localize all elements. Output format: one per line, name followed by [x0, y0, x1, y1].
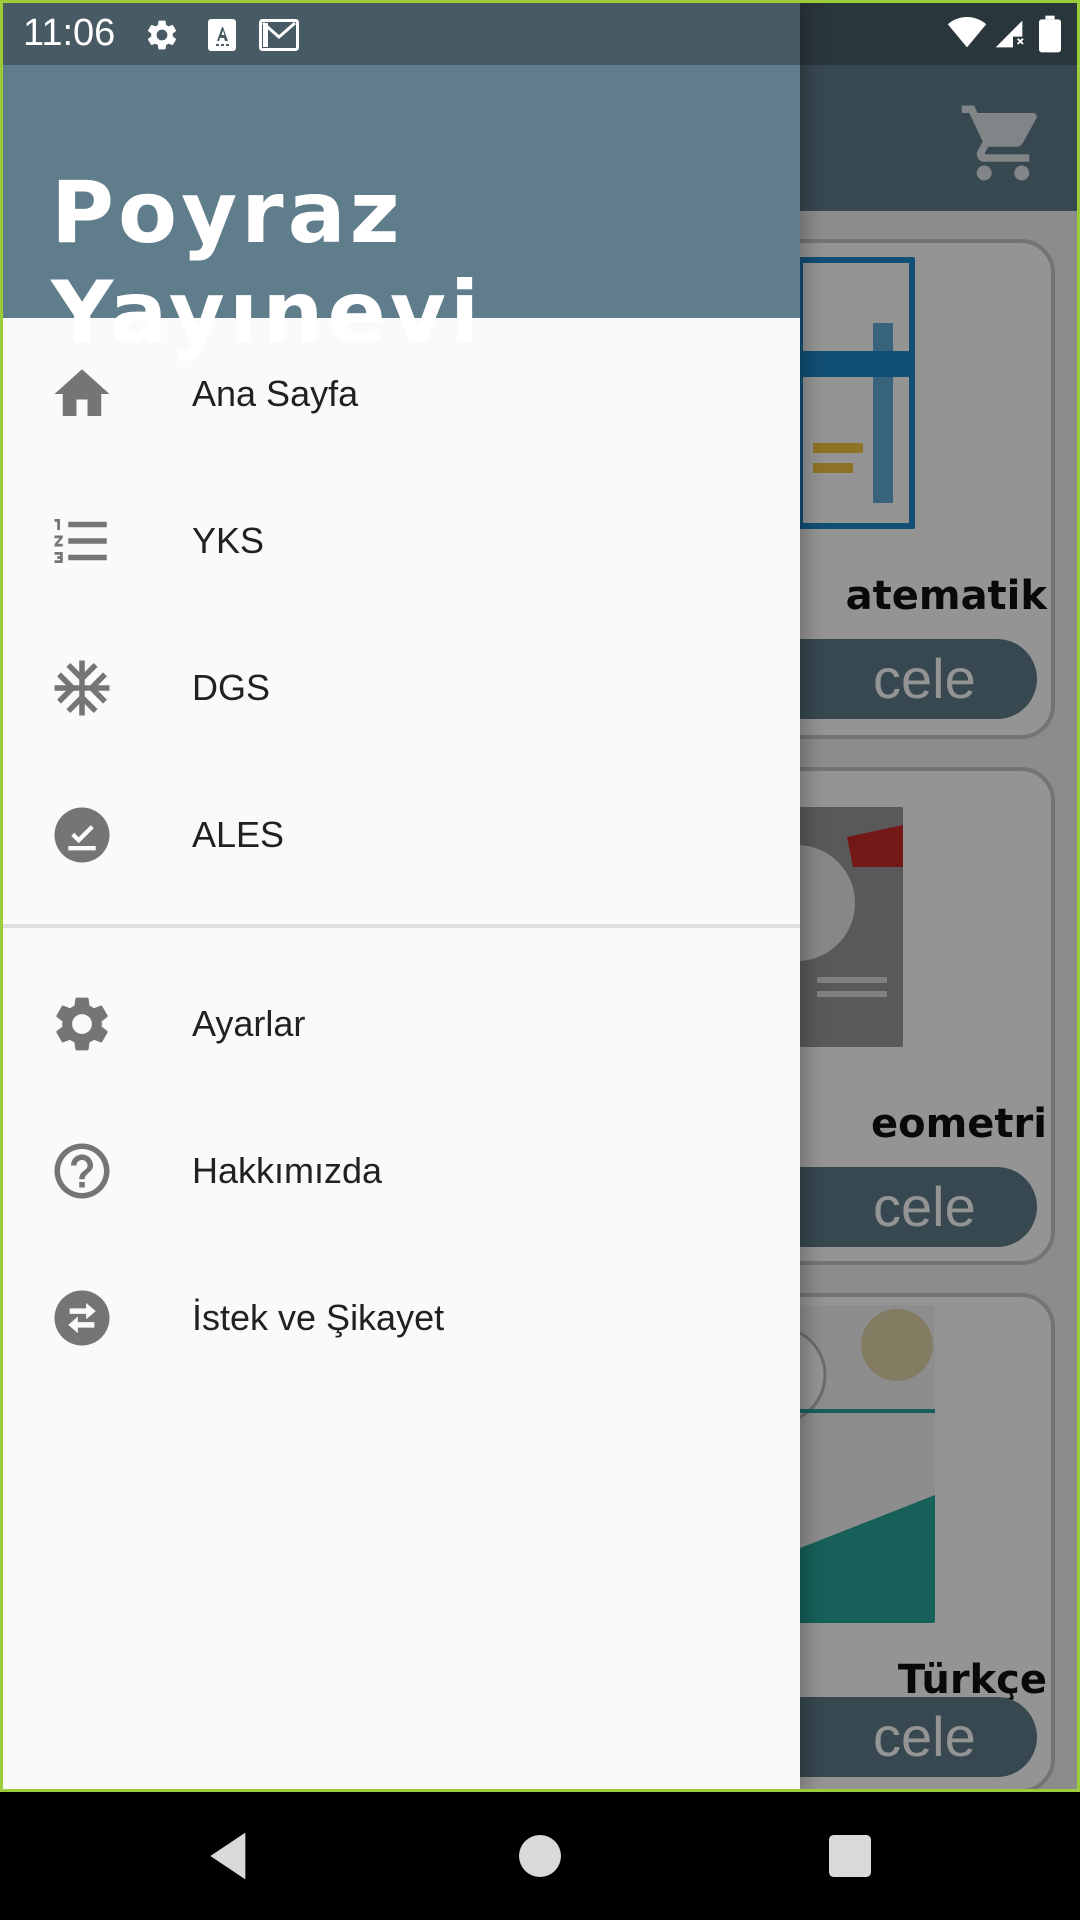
menu-item-ana-sayfa[interactable]: Ana Sayfa [3, 333, 800, 453]
menu-item-label: ALES [192, 814, 285, 855]
swap-circle-icon [49, 1285, 115, 1351]
mail-icon [259, 19, 299, 56]
asterisk-icon [49, 655, 115, 721]
menu-item-dgs[interactable]: DGS [3, 627, 800, 747]
gear-icon [144, 17, 180, 58]
menu-item-ales[interactable]: ALES [3, 774, 800, 894]
settings-icon [49, 991, 115, 1057]
menu-item-label: Ana Sayfa [192, 373, 359, 414]
wifi-icon [947, 17, 987, 54]
menu-item-label: DGS [192, 667, 271, 708]
home-icon [49, 361, 115, 427]
status-clock: 11:06 [23, 12, 116, 54]
menu-item-yks[interactable]: YKS [3, 480, 800, 600]
numbered-list-icon [49, 508, 115, 574]
menu-item-label: Ayarlar [192, 1003, 306, 1044]
menu-item-label: Hakkımızda [192, 1150, 383, 1191]
menu-item-label: YKS [192, 520, 265, 561]
menu-item-hakkimizda[interactable]: Hakkımızda [3, 1110, 800, 1230]
status-bar: 11:06 [3, 3, 1077, 65]
device-screen: atematik cele eometri cele Türkçe cele P… [0, 0, 1080, 1792]
drawer-divider [3, 924, 800, 928]
battery-icon [1039, 15, 1061, 58]
system-navigation-bar [0, 1792, 1080, 1920]
help-circle-icon [49, 1138, 115, 1204]
recents-button[interactable] [822, 1828, 878, 1884]
menu-item-ayarlar[interactable]: Ayarlar [3, 963, 800, 1083]
menu-item-istek-ve-sikayet[interactable]: İstek ve Şikayet [3, 1257, 800, 1377]
navigation-drawer: Poyraz Yayınevi Ana Sayfa YKS DGS ALES A… [3, 3, 800, 1789]
menu-item-label: İstek ve Şikayet [192, 1297, 445, 1338]
check-circle-icon [49, 802, 115, 868]
back-button[interactable] [201, 1828, 257, 1884]
home-button[interactable] [512, 1828, 568, 1884]
signal-icon [993, 17, 1025, 56]
text-a-icon [208, 19, 236, 56]
